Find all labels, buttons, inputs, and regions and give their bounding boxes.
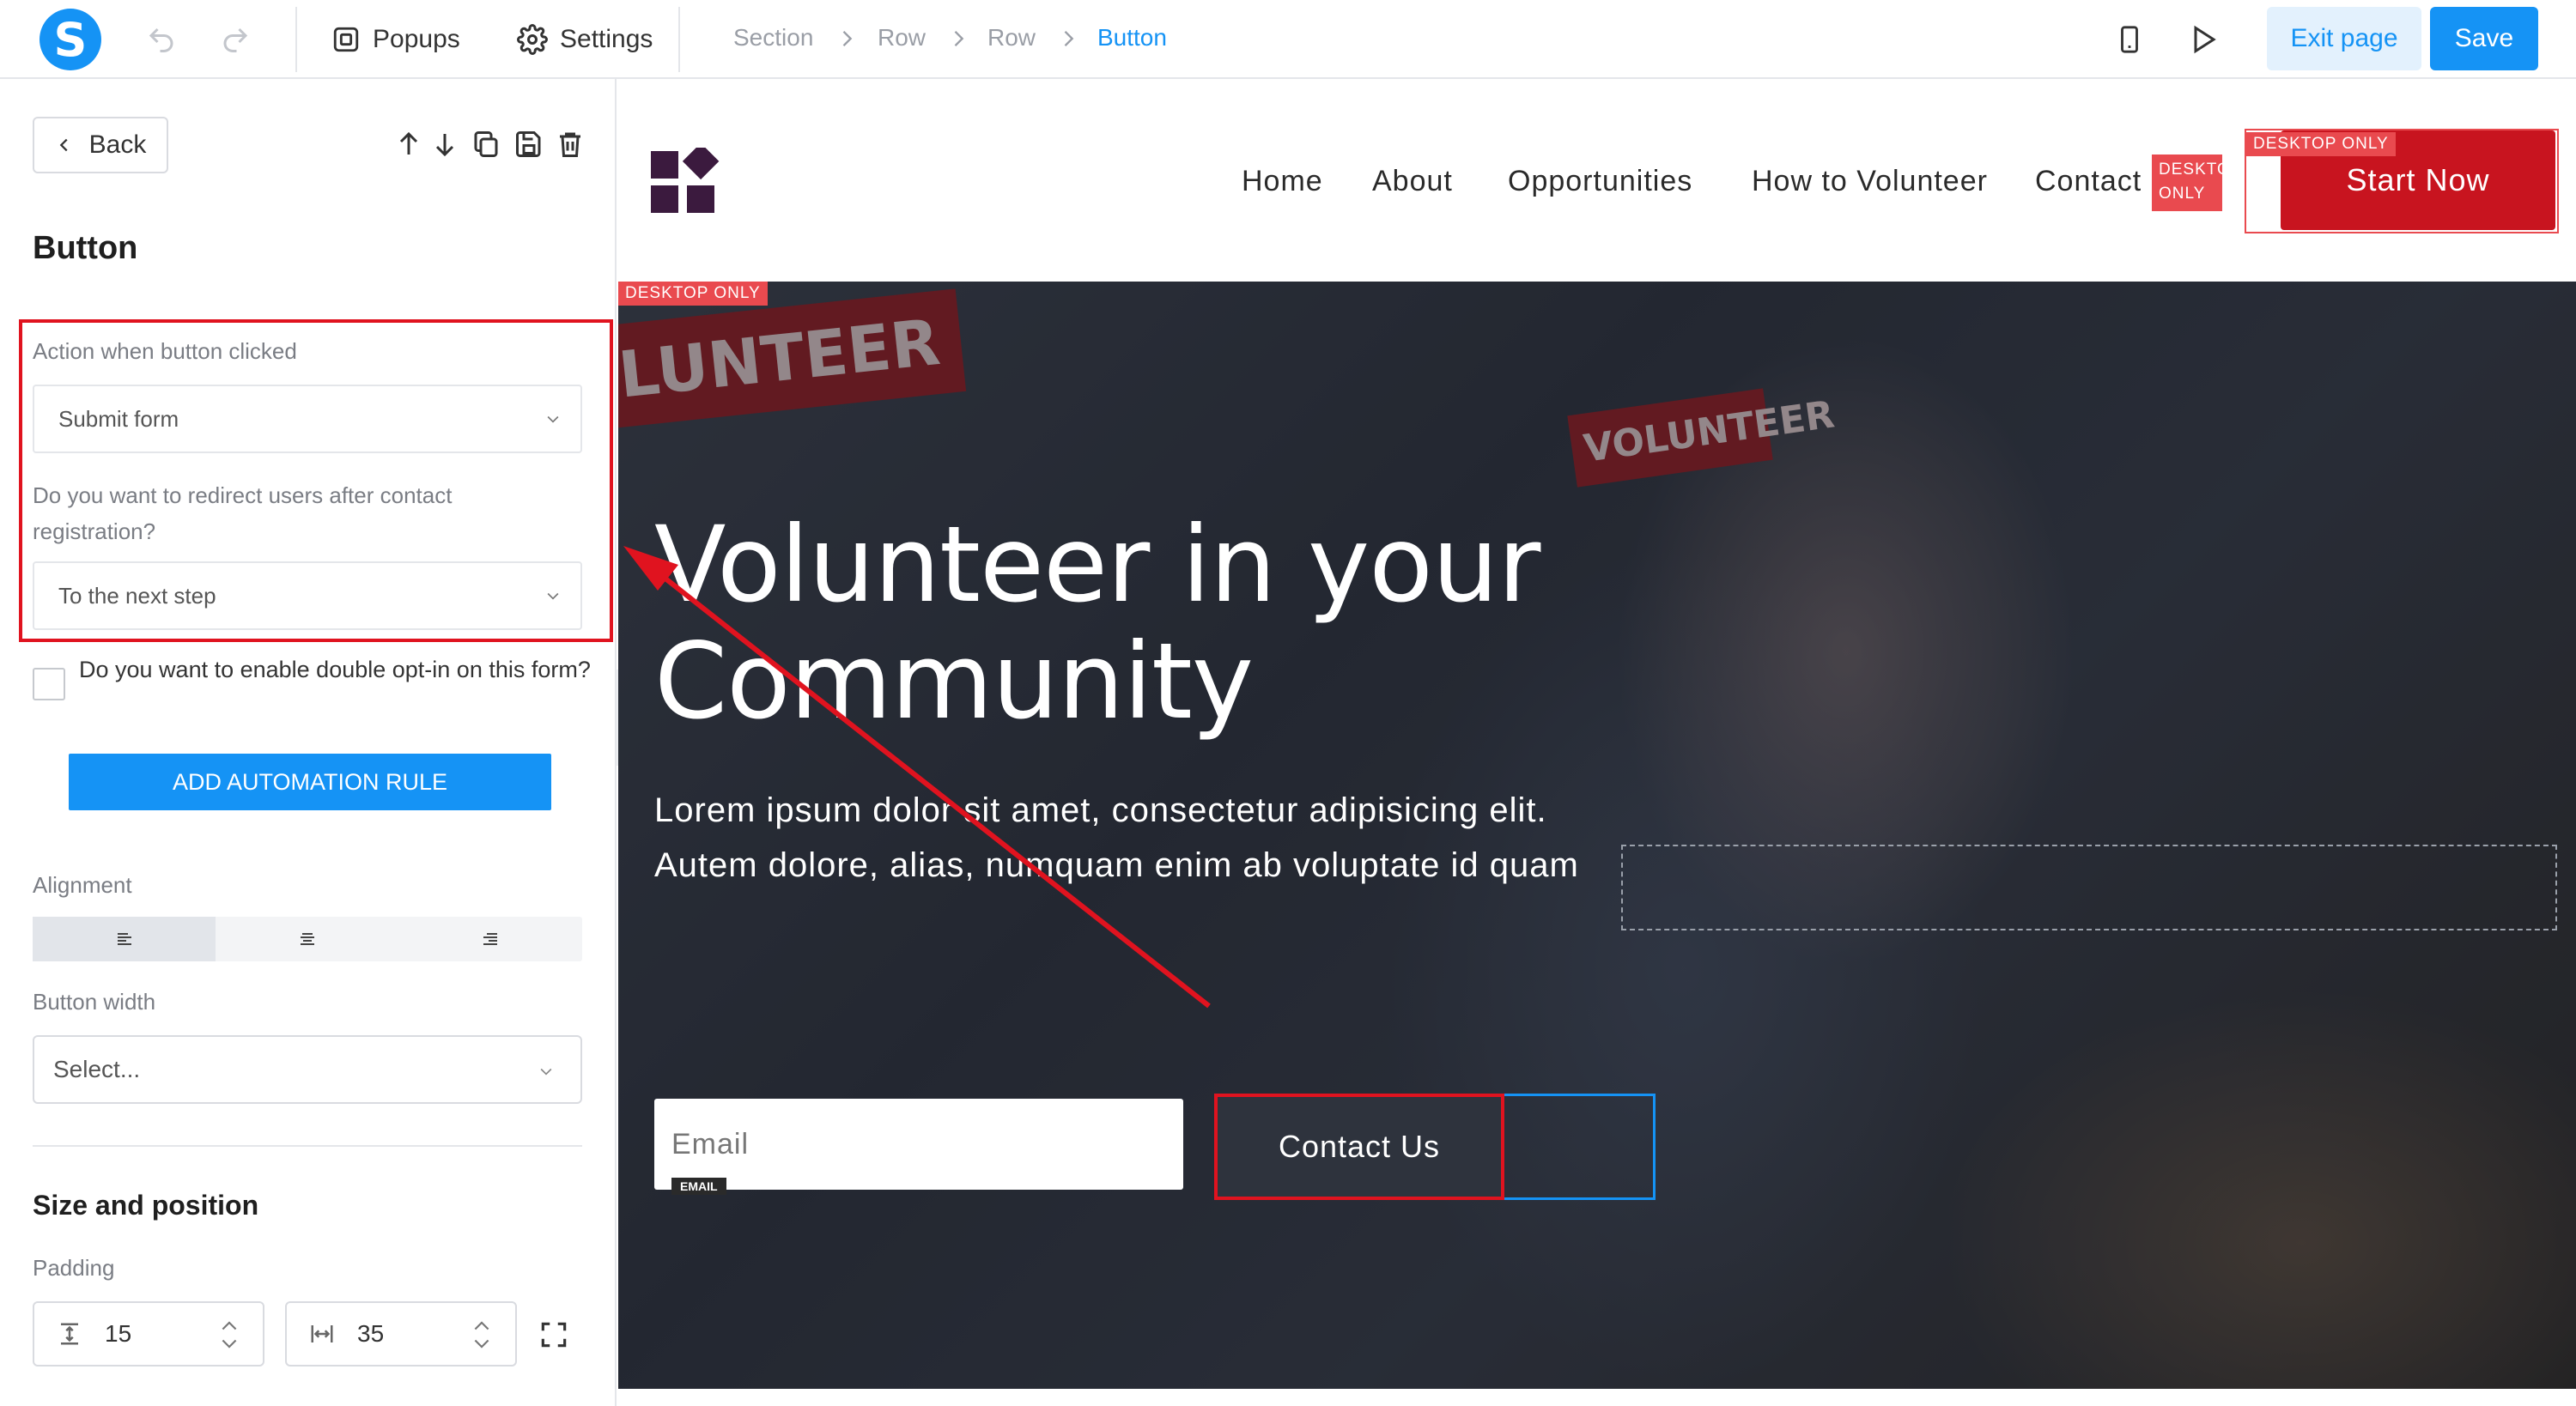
nav-how-to-volunteer[interactable]: How to Volunteer [1752, 165, 1988, 198]
alignment-control [33, 917, 582, 961]
add-automation-rule-button[interactable]: ADD AUTOMATION RULE [69, 754, 551, 810]
desktop-badge-line2: ONLY [2159, 185, 2206, 203]
redirect-label: Do you want to redirect users after cont… [33, 482, 453, 544]
stepper-icon[interactable] [471, 1317, 493, 1353]
canvas-bottom [618, 1389, 2576, 1406]
chevron-right-icon [1064, 31, 1074, 46]
breadcrumb-button[interactable]: Button [1097, 24, 1167, 52]
mobile-preview-icon[interactable] [2109, 19, 2150, 60]
padding-vertical-value: 15 [105, 1320, 132, 1347]
move-down-icon[interactable] [429, 127, 460, 161]
hero-title[interactable]: Volunteer in your Community [654, 506, 1599, 740]
breadcrumb-row[interactable]: Row [987, 24, 1036, 52]
chevron-left-icon [59, 138, 68, 152]
nav-about[interactable]: About [1372, 165, 1453, 198]
undo-icon[interactable] [141, 19, 182, 60]
padding-label: Padding [33, 1255, 115, 1281]
size-position-title: Size and position [33, 1190, 259, 1221]
vertical-padding-icon [61, 1323, 78, 1345]
duplicate-icon[interactable] [471, 127, 501, 161]
redo-icon[interactable] [215, 19, 256, 60]
editor-canvas: Home About Opportunities How to Voluntee… [618, 79, 2576, 1406]
back-label: Back [88, 130, 147, 159]
nav-home[interactable]: Home [1242, 165, 1323, 198]
brand-logo-icon[interactable] [651, 148, 721, 216]
button-width-select[interactable]: Select... [33, 1035, 582, 1104]
panel-title: Button [33, 230, 138, 266]
settings-button[interactable]: Settings [517, 17, 653, 62]
action-select-value: Submit form [58, 405, 179, 432]
popups-button[interactable]: Popups [331, 17, 460, 62]
popups-label: Popups [373, 25, 460, 53]
horizontal-padding-icon [311, 1325, 333, 1342]
redirect-select[interactable]: To the next step [33, 561, 582, 630]
breadcrumb-section[interactable]: Section [733, 24, 813, 52]
site-navbar: Home About Opportunities How to Voluntee… [618, 79, 2576, 282]
settings-label: Settings [560, 25, 653, 53]
hero-title-line2: Community [654, 621, 1254, 742]
desktop-only-badge: DESKTOP ONLY [2152, 155, 2243, 211]
app-logo: S [39, 9, 101, 70]
padding-vertical-input[interactable]: 15 [33, 1301, 264, 1367]
play-preview-icon[interactable] [2183, 19, 2224, 60]
email-field-tag: EMAIL [671, 1178, 726, 1195]
double-optin-checkbox[interactable] [33, 668, 65, 700]
hero-title-line1: Volunteer in your [654, 504, 1540, 626]
chevron-right-icon [954, 31, 964, 46]
back-button[interactable]: Back [33, 117, 168, 173]
save-block-icon[interactable] [513, 127, 544, 161]
section-divider [33, 1145, 582, 1147]
nav-contact[interactable]: Contact [2035, 165, 2142, 198]
toolbar-divider [295, 7, 297, 72]
chevron-down-icon [540, 1068, 552, 1076]
popups-icon [333, 27, 359, 52]
chevron-down-icon [547, 592, 559, 600]
desktop-only-badge: DESKTOP ONLY [2246, 132, 2396, 156]
align-center-button[interactable] [216, 917, 398, 961]
double-optin-label: Do you want to enable double opt-in on t… [79, 657, 591, 682]
desktop-only-badge: DESKTOP ONLY [618, 282, 768, 306]
action-label: Action when button clicked [33, 338, 297, 364]
empty-drop-zone[interactable] [1621, 845, 2557, 930]
gear-icon [517, 24, 548, 55]
exit-page-button[interactable]: Exit page [2267, 7, 2421, 70]
button-width-placeholder: Select... [53, 1056, 141, 1082]
redirect-select-value: To the next step [58, 582, 216, 609]
hero-section: LUNTEER VOLUNTEER DESKTOP ONLY Volunteer… [618, 282, 2576, 1389]
action-select[interactable]: Submit form [33, 385, 582, 453]
properties-panel: Back Button Action when button clicked S… [0, 79, 617, 1406]
chevron-down-icon [547, 415, 559, 423]
align-center-icon [300, 933, 314, 945]
button-width-label: Button width [33, 989, 156, 1015]
expand-icon[interactable] [538, 1318, 570, 1351]
padding-horizontal-input[interactable]: 35 [285, 1301, 517, 1367]
align-right-button[interactable] [398, 917, 581, 961]
top-toolbar: S Popups Settings Section Row Row Button… [0, 0, 2576, 79]
highlight-annotation-box [1214, 1094, 1504, 1200]
align-right-icon [483, 933, 497, 945]
padding-horizontal-value: 35 [357, 1320, 385, 1347]
desktop-badge-line1: DESKTOP [2159, 161, 2243, 179]
trash-icon[interactable] [555, 127, 586, 161]
chevron-right-icon [842, 31, 853, 46]
alignment-label: Alignment [33, 872, 132, 898]
align-left-icon [117, 933, 131, 945]
hero-description[interactable]: Lorem ipsum dolor sit amet, consectetur … [654, 783, 1599, 893]
save-button[interactable]: Save [2430, 7, 2538, 70]
nav-opportunities[interactable]: Opportunities [1508, 165, 1692, 198]
stepper-icon[interactable] [218, 1317, 240, 1353]
align-left-button[interactable] [33, 917, 216, 961]
breadcrumb-row[interactable]: Row [878, 24, 926, 52]
toolbar-divider [678, 7, 680, 72]
email-input[interactable]: Email [654, 1099, 1183, 1190]
move-up-icon[interactable] [393, 127, 424, 161]
